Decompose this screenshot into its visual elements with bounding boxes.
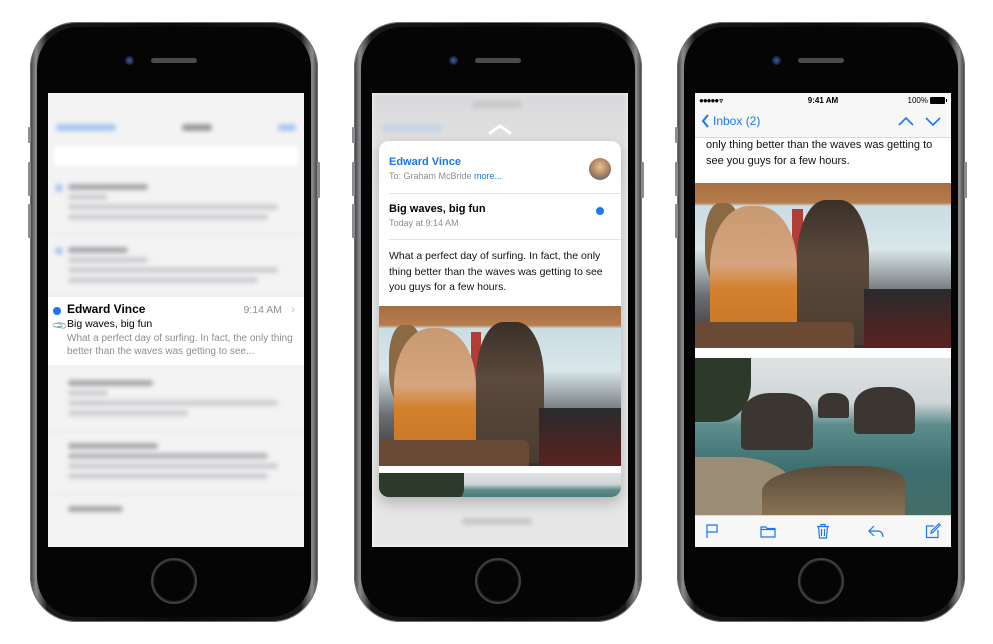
list-item [48,368,304,431]
message-body: What a perfect day of surfing. In fact, … [389,250,603,293]
chevron-left-icon [701,114,709,128]
status-bar [48,93,304,111]
chevron-up-icon[interactable] [488,123,512,135]
camera-icon [449,56,458,65]
volume-down-button [28,204,31,238]
photo-man-with-dog-in-van [695,183,951,348]
search-field [54,146,298,166]
power-button [317,162,320,198]
mute-switch [352,127,355,143]
unread-dot-icon [596,207,604,215]
mailboxes-link [56,124,116,131]
message-body: only thing better than the waves was get… [706,139,933,167]
chevron-up-icon[interactable] [897,113,915,129]
volume-down-button [675,204,678,238]
message-row-edward-vince[interactable]: 📎 Edward Vince 9:14 AM › Big waves, big … [48,297,304,365]
trash-icon[interactable] [815,523,831,539]
power-button [641,162,644,198]
screen-message: ●●●●● ▿ 9:41 AM 100% Inbox (2) only thin… [695,93,951,547]
battery-percent: 100% [907,96,928,105]
chevron-right-icon: › [291,302,295,316]
list-item [48,494,304,547]
divider [389,193,621,194]
back-button[interactable]: Inbox (2) [701,114,760,128]
more-link[interactable]: more... [474,171,502,181]
list-item [48,431,304,494]
message-time: 9:14 AM [243,304,282,316]
recipient-line: To: Graham McBride more... [389,171,502,181]
volume-up-button [352,162,355,196]
volume-down-button [352,204,355,238]
phone-right: ●●●●● ▿ 9:41 AM 100% Inbox (2) only thin… [675,22,967,622]
battery-icon [930,97,947,104]
battery-indicator: 100% [907,96,947,105]
screen-inbox: 📎 Edward Vince 9:14 AM › Big waves, big … [48,93,304,547]
status-bar: ●●●●● ▿ 9:41 AM 100% [695,93,951,108]
avatar [589,158,611,180]
home-button [475,558,521,604]
reply-icon[interactable] [868,523,884,539]
unread-dot-icon [53,307,61,315]
mute-switch [675,127,678,143]
back-label: Inbox (2) [713,114,761,128]
sender-name[interactable]: Edward Vince [389,156,461,168]
message-subject: Big waves, big fun [389,203,486,215]
home-button [798,558,844,604]
nav-bar [48,111,304,144]
mute-switch [28,127,31,143]
volume-up-button [28,162,31,196]
screen-peek: Edward Vince To: Graham McBride more... … [372,93,628,547]
divider [389,239,621,240]
phone-middle: Edward Vince To: Graham McBride more... … [352,22,644,622]
chevron-down-icon[interactable] [924,113,942,129]
speaker-grille [475,58,521,63]
edit-link [278,124,296,131]
compose-icon[interactable] [925,523,941,539]
nav-bar: Inbox (2) [695,108,951,138]
folder-icon[interactable] [760,523,776,539]
photo-coastline [695,358,951,517]
list-item [48,172,304,235]
flag-icon[interactable] [704,523,720,539]
message-toolbar [695,515,951,547]
volume-up-button [675,162,678,196]
message-subject: Big waves, big fun [67,318,153,330]
phone-left: 📎 Edward Vince 9:14 AM › Big waves, big … [28,22,320,622]
sender-name: Edward Vince [67,302,146,316]
photo-man-with-dog-in-van [379,306,621,466]
speaker-grille [151,58,197,63]
photo-coastline [379,473,621,497]
recipient-text: To: Graham McBride [389,171,472,181]
nav-title [182,124,212,131]
camera-icon [125,56,134,65]
home-button [151,558,197,604]
message-peek-card[interactable]: Edward Vince To: Graham McBride more... … [379,141,621,497]
list-item [48,235,304,298]
power-button [964,162,967,198]
speaker-grille [798,58,844,63]
camera-icon [772,56,781,65]
message-preview: What a perfect day of surfing. In fact, … [67,333,293,357]
message-date: Today at 9:14 AM [389,218,459,228]
